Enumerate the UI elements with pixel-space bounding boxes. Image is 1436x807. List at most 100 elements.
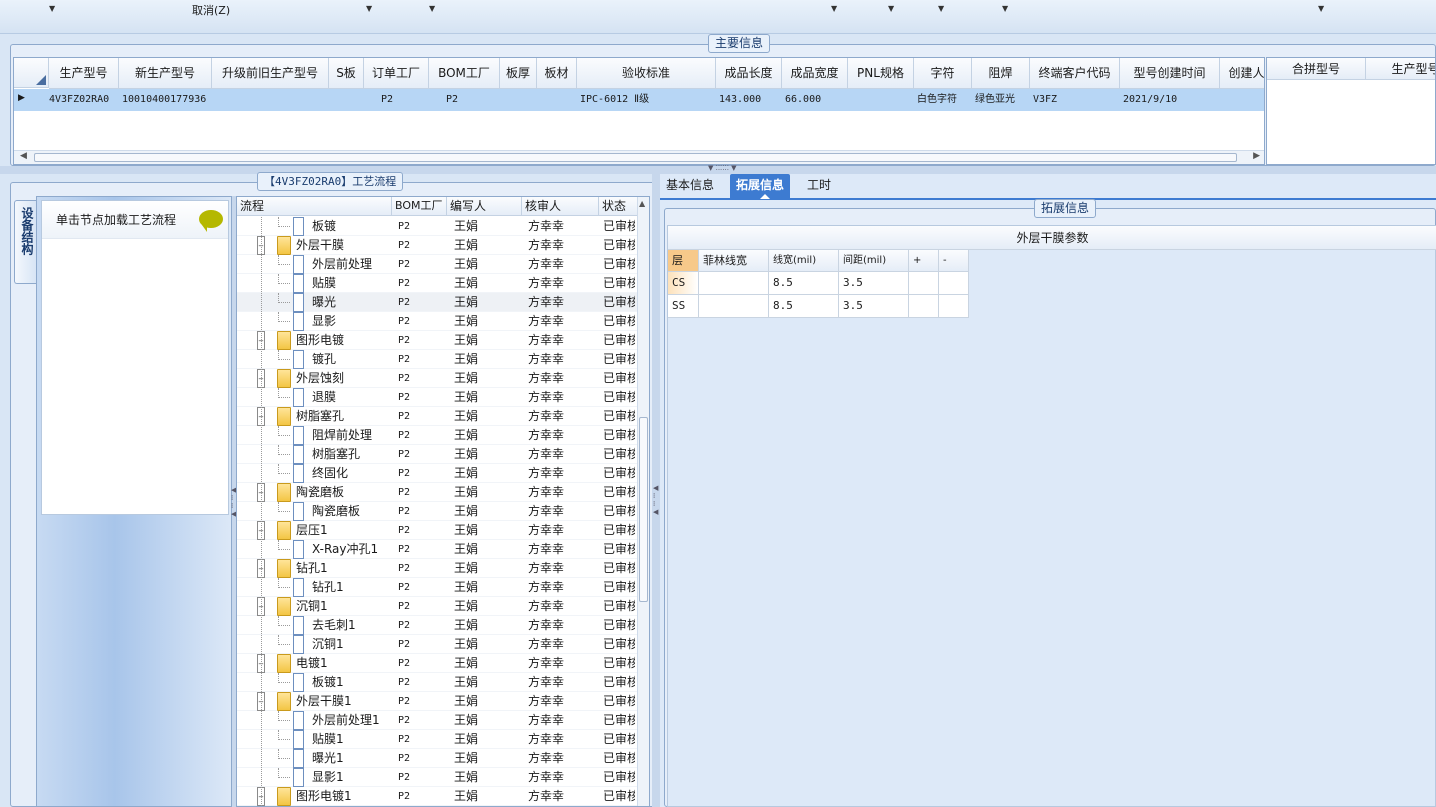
tree-row[interactable]: 贴膜1 P2 王娟 方幸幸 已审核: [237, 730, 647, 749]
tab-basic-info[interactable]: 基本信息: [660, 174, 720, 196]
dropdown-arrow-icon[interactable]: ▼: [429, 4, 435, 13]
column-header[interactable]: 字符: [914, 58, 972, 89]
column-header[interactable]: 订单工厂: [364, 58, 429, 89]
tree-row[interactable]: −陶瓷磨板P2王娟方幸幸已审核: [237, 483, 647, 502]
grid-cell[interactable]: [909, 272, 939, 295]
tree-row[interactable]: 显影 P2 王娟 方幸幸 已审核: [237, 312, 647, 331]
tree-row[interactable]: −钻孔1P2王娟方幸幸已审核: [237, 559, 647, 578]
grid-cell[interactable]: [939, 295, 969, 318]
column-header[interactable]: BOM工厂: [429, 58, 500, 89]
table-cell[interactable]: [851, 90, 913, 110]
tree-row[interactable]: 贴膜 P2 王娟 方幸幸 已审核: [237, 274, 647, 293]
dropdown-arrow-icon[interactable]: ▼: [938, 4, 944, 13]
grid-cell[interactable]: 3.5: [839, 295, 909, 318]
column-header[interactable]: 升级前旧生产型号: [212, 58, 329, 89]
grid-cell[interactable]: SS: [668, 295, 699, 318]
column-header[interactable]: 流程: [237, 197, 392, 215]
table-cell[interactable]: 2021/9/10: [1123, 90, 1219, 110]
column-header[interactable]: 编写人: [447, 197, 522, 215]
vertical-splitter[interactable]: ◀ ⁞ ⁞ ◀: [652, 174, 660, 807]
tree-row[interactable]: −沉铜1P2王娟方幸幸已审核: [237, 597, 647, 616]
load-process-item[interactable]: 单击节点加载工艺流程: [42, 201, 228, 239]
dropdown-arrow-icon[interactable]: ▼: [831, 4, 837, 13]
dropdown-arrow-icon[interactable]: ▼: [1002, 4, 1008, 13]
grid-cell[interactable]: [699, 272, 769, 295]
tree-row[interactable]: −层压1P2王娟方幸幸已审核: [237, 521, 647, 540]
table-cell[interactable]: [540, 90, 576, 110]
grid-cell[interactable]: [699, 295, 769, 318]
tree-row[interactable]: −树脂塞孔P2王娟方幸幸已审核: [237, 407, 647, 426]
column-header[interactable]: 板厚: [500, 58, 537, 89]
table-row[interactable]: ▶ 4V3FZ02RA0 10010400177936 P2 P2 IPC-6012 Ⅱ…: [14, 89, 1264, 111]
table-cell[interactable]: 4V3FZ02RA0: [49, 90, 115, 110]
column-header[interactable]: 终端客户代码: [1030, 58, 1120, 89]
remove-column-button[interactable]: -: [939, 250, 969, 272]
dropdown-arrow-icon[interactable]: ▼: [366, 4, 372, 13]
tree-row[interactable]: 终固化 P2 王娟 方幸幸 已审核: [237, 464, 647, 483]
column-header[interactable]: 生产型号: [49, 58, 119, 89]
table-cell[interactable]: 10010400177936: [122, 90, 211, 110]
table-cell[interactable]: V3FZ: [1033, 90, 1119, 110]
tree-row[interactable]: 钻孔1 P2 王娟 方幸幸 已审核: [237, 578, 647, 597]
tree-row[interactable]: X-Ray冲孔1 P2 王娟 方幸幸 已审核: [237, 540, 647, 559]
tree-row[interactable]: −外层干膜1P2王娟方幸幸已审核: [237, 692, 647, 711]
tree-row[interactable]: 去毛刺1 P2 王娟 方幸幸 已审核: [237, 616, 647, 635]
tree-row[interactable]: 曝光 P2 王娟 方幸幸 已审核: [237, 293, 647, 312]
tree-row[interactable]: 曝光1 P2 王娟 方幸幸 已审核: [237, 749, 647, 768]
tree-row[interactable]: 退膜 P2 王娟 方幸幸 已审核: [237, 388, 647, 407]
tree-row[interactable]: 显影1 P2 王娟 方幸幸 已审核: [237, 768, 647, 787]
column-header[interactable]: 状态: [599, 197, 639, 215]
column-header[interactable]: 菲林线宽: [699, 250, 769, 272]
grid-cell[interactable]: 3.5: [839, 272, 909, 295]
column-header[interactable]: 板材: [537, 58, 577, 89]
horizontal-splitter[interactable]: ▼ ⁚⁚⁚⁚⁚⁚ ▼: [0, 164, 1436, 174]
tree-row[interactable]: 外层前处理 P2 王娟 方幸幸 已审核: [237, 255, 647, 274]
column-header[interactable]: 阻焊: [972, 58, 1030, 89]
tree-row[interactable]: −外层蚀刻P2王娟方幸幸已审核: [237, 369, 647, 388]
table-cell[interactable]: IPC-6012 Ⅱ级: [580, 90, 715, 110]
column-header[interactable]: 型号创建时间: [1120, 58, 1220, 89]
table-cell[interactable]: P2: [367, 90, 428, 110]
tree-row[interactable]: −外层干膜P2王娟方幸幸已审核: [237, 236, 647, 255]
tree-row[interactable]: −电镀1P2王娟方幸幸已审核: [237, 654, 647, 673]
tree-row[interactable]: −图形电镀1P2王娟方幸幸已审核: [237, 787, 647, 806]
tab-device-structure[interactable]: 设备结构: [14, 200, 38, 284]
column-header[interactable]: 新生产型号: [119, 58, 212, 89]
tree-row[interactable]: 阻焊前处理 P2 王娟 方幸幸 已审核: [237, 426, 647, 445]
column-header[interactable]: 层: [668, 250, 699, 272]
tree-row[interactable]: 沉铜1 P2 王娟 方幸幸 已审核: [237, 635, 647, 654]
tree-row[interactable]: 树脂塞孔 P2 王娟 方幸幸 已审核: [237, 445, 647, 464]
grid-cell[interactable]: CS: [668, 272, 699, 295]
column-header[interactable]: 验收标准: [577, 58, 716, 89]
column-header[interactable]: PNL规格: [848, 58, 914, 89]
dropdown-arrow-icon[interactable]: ▼: [888, 4, 894, 13]
column-header[interactable]: 成品宽度: [782, 58, 848, 89]
tree-row[interactable]: 镀孔 P2 王娟 方幸幸 已审核: [237, 350, 647, 369]
column-header[interactable]: 创建人: [1220, 58, 1264, 89]
column-header[interactable]: 合拼型号: [1267, 58, 1366, 80]
column-header[interactable]: S板: [329, 58, 364, 89]
table-cell[interactable]: [332, 90, 363, 110]
dropdown-arrow-icon[interactable]: ▼: [49, 4, 55, 13]
vertical-scrollbar[interactable]: ▲: [637, 197, 649, 806]
column-header[interactable]: 核审人: [522, 197, 599, 215]
column-header[interactable]: 间距(mil): [839, 250, 909, 272]
dropdown-arrow-icon[interactable]: ▼: [1318, 4, 1324, 13]
tree-row[interactable]: 陶瓷磨板 P2 王娟 方幸幸 已审核: [237, 502, 647, 521]
column-header[interactable]: BOM工厂: [392, 197, 447, 215]
column-header[interactable]: 线宽(mil): [769, 250, 839, 272]
grid-cell[interactable]: 8.5: [769, 295, 839, 318]
column-header[interactable]: 成品长度: [716, 58, 782, 89]
table-cell[interactable]: P2: [432, 90, 499, 110]
table-cell[interactable]: [1223, 90, 1264, 110]
tree-row[interactable]: 板镀 P2 王娟 方幸幸 已审核: [237, 217, 647, 236]
table-cell[interactable]: 143.000: [719, 90, 781, 110]
table-cell[interactable]: [503, 90, 536, 110]
tree-row[interactable]: 外层前处理1 P2 王娟 方幸幸 已审核: [237, 711, 647, 730]
column-header[interactable]: 生产型号: [1366, 58, 1435, 80]
horizontal-scrollbar[interactable]: ◀ ▶: [14, 150, 1264, 164]
add-column-button[interactable]: +: [909, 250, 939, 272]
scroll-up-icon[interactable]: ▲: [639, 199, 645, 208]
tree-row[interactable]: −图形电镀P2王娟方幸幸已审核: [237, 331, 647, 350]
scroll-thumb[interactable]: [34, 153, 1237, 162]
